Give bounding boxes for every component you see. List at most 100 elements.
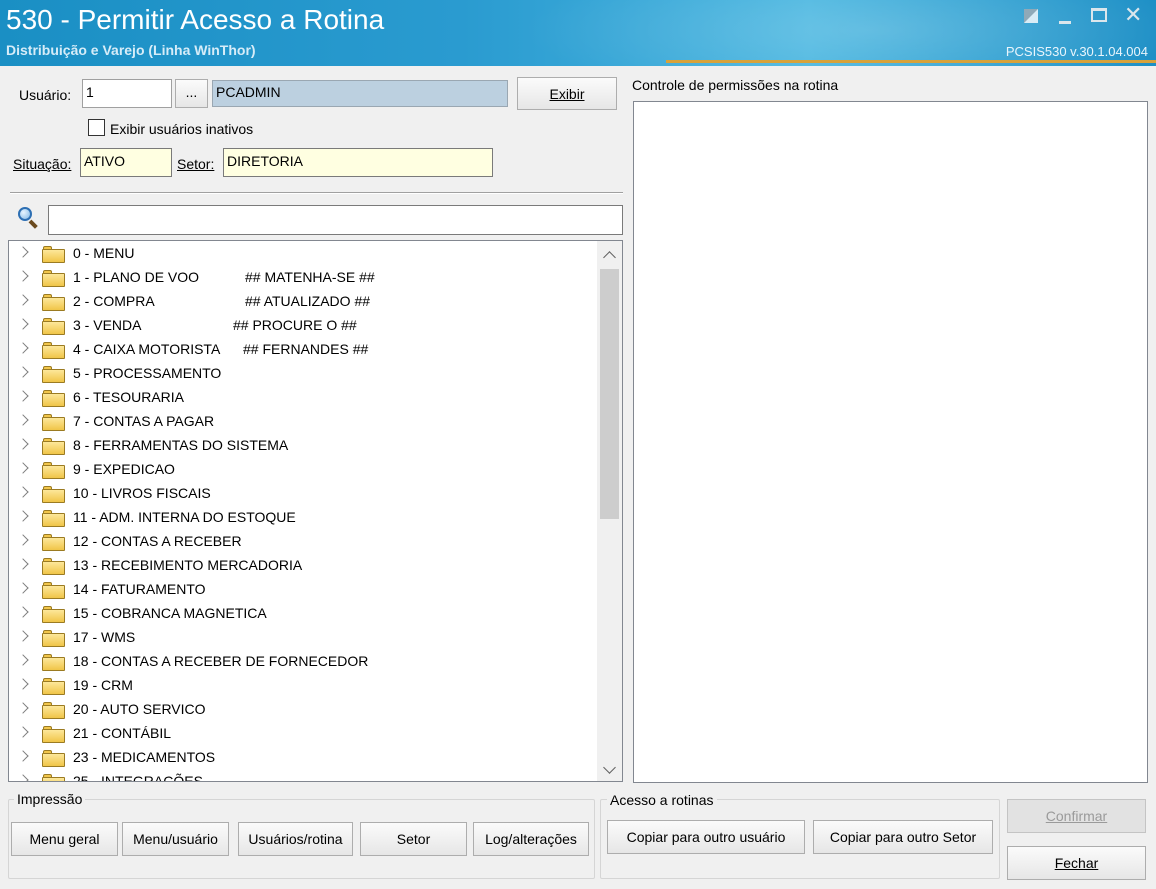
menu-usuario-button[interactable]: Menu/usuário [122, 822, 229, 856]
tree-item-label: 25 - INTEGRAÇÕES [73, 773, 203, 782]
search-icon [18, 207, 40, 229]
close-icon[interactable]: ✕ [1122, 4, 1146, 26]
tree-item-label: 13 - RECEBIMENTO MERCADORIA [73, 557, 303, 573]
tree-item[interactable]: 6 - TESOURARIA [9, 386, 597, 410]
scroll-thumb[interactable] [600, 269, 619, 519]
situation-label: Situação: [13, 156, 72, 172]
user-label: Usuário: [19, 87, 72, 103]
user-code-input[interactable]: 1 [82, 79, 172, 108]
tree-item-label: 17 - WMS [73, 629, 136, 645]
chevron-right-icon[interactable] [17, 462, 29, 474]
tree-item[interactable]: 14 - FATURAMENTO [9, 578, 597, 602]
tree-item-label: 15 - COBRANCA MAGNETICA [73, 605, 267, 621]
window-subtitle: Distribuição e Varejo (Linha WinThor) [6, 42, 256, 58]
tree-item[interactable]: 12 - CONTAS A RECEBER [9, 530, 597, 554]
chevron-right-icon[interactable] [17, 558, 29, 570]
setor-button[interactable]: Setor [360, 822, 467, 856]
menu-geral-button[interactable]: Menu geral [11, 822, 118, 856]
chevron-right-icon[interactable] [17, 270, 29, 282]
tree-item-note: ## ATUALIZADO ## [245, 293, 371, 309]
tree-item-note: ## PROCURE O ## [233, 317, 357, 333]
chevron-right-icon[interactable] [17, 342, 29, 354]
chevron-right-icon[interactable] [17, 294, 29, 306]
folder-icon [42, 582, 65, 599]
permissions-panel[interactable] [633, 101, 1148, 783]
scroll-up-icon[interactable] [603, 251, 616, 264]
tree-item[interactable]: 19 - CRM [9, 674, 597, 698]
folder-icon [42, 702, 65, 719]
tree-item[interactable]: 21 - CONTÁBIL [9, 722, 597, 746]
chevron-right-icon[interactable] [17, 654, 29, 666]
folder-icon [42, 294, 65, 311]
tree-item[interactable]: 8 - FERRAMENTAS DO SISTEMA [9, 434, 597, 458]
chevron-right-icon[interactable] [17, 486, 29, 498]
permissions-title: Controle de permissões na rotina [632, 77, 838, 93]
chevron-right-icon[interactable] [17, 774, 29, 781]
tree-item[interactable]: 15 - COBRANCA MAGNETICA [9, 602, 597, 626]
chevron-right-icon[interactable] [17, 438, 29, 450]
tree-item[interactable]: 0 - MENU [9, 242, 597, 266]
access-group-legend: Acesso a rotinas [607, 792, 717, 808]
copy-to-user-button[interactable]: Copiar para outro usuário [607, 820, 805, 854]
copy-to-sector-button[interactable]: Copiar para outro Setor [813, 820, 993, 854]
tree-item-note: ## FERNANDES ## [243, 341, 369, 357]
tree-item-label: 21 - CONTÁBIL [73, 725, 172, 741]
chevron-right-icon[interactable] [17, 582, 29, 594]
tree-item-label: 2 - COMPRA [73, 293, 155, 309]
tree-item[interactable]: 7 - CONTAS A PAGAR [9, 410, 597, 434]
chevron-right-icon[interactable] [17, 702, 29, 714]
folder-icon [42, 246, 65, 263]
sector-label: Setor: [177, 156, 215, 172]
search-input[interactable] [48, 205, 623, 235]
minimize-icon[interactable] [1054, 6, 1078, 26]
show-button[interactable]: Exibir [517, 77, 617, 110]
chevron-right-icon[interactable] [17, 510, 29, 522]
tree-item-label: 18 - CONTAS A RECEBER DE FORNECEDOR [73, 653, 369, 669]
log-alteracoes-button[interactable]: Log/alterações [473, 822, 589, 856]
chevron-right-icon[interactable] [17, 630, 29, 642]
tree-item[interactable]: 20 - AUTO SERVICO [9, 698, 597, 722]
restore-icon[interactable] [1020, 6, 1044, 26]
tree-item[interactable]: 9 - EXPEDICAO [9, 458, 597, 482]
tree-item[interactable]: 13 - RECEBIMENTO MERCADORIA [9, 554, 597, 578]
inactive-users-checkbox[interactable] [88, 119, 105, 136]
folder-icon [42, 342, 65, 359]
tree-item[interactable]: 17 - WMS [9, 626, 597, 650]
usuarios-rotina-button[interactable]: Usuários/rotina [238, 822, 353, 856]
tree-item[interactable]: 2 - COMPRA ## ATUALIZADO ## [9, 290, 597, 314]
chevron-right-icon[interactable] [17, 606, 29, 618]
chevron-right-icon[interactable] [17, 318, 29, 330]
confirm-button[interactable]: Confirmar [1007, 799, 1146, 833]
user-lookup-button[interactable]: ... [175, 79, 208, 108]
chevron-right-icon[interactable] [17, 390, 29, 402]
tree-item-label: 20 - AUTO SERVICO [73, 701, 206, 717]
tree-item-note: ## MATENHA-SE ## [245, 269, 375, 285]
folder-icon [42, 606, 65, 623]
tree-item[interactable]: 25 - INTEGRAÇÕES [9, 770, 597, 782]
tree-item[interactable]: 11 - ADM. INTERNA DO ESTOQUE [9, 506, 597, 530]
tree-item[interactable]: 18 - CONTAS A RECEBER DE FORNECEDOR [9, 650, 597, 674]
close-button[interactable]: Fechar [1007, 846, 1146, 880]
chevron-right-icon[interactable] [17, 726, 29, 738]
folder-icon [42, 438, 65, 455]
tree-item[interactable]: 5 - PROCESSAMENTO [9, 362, 597, 386]
tree-item-label: 12 - CONTAS A RECEBER [73, 533, 242, 549]
scroll-down-icon[interactable] [603, 761, 616, 774]
tree-item[interactable]: 1 - PLANO DE VOO ## MATENHA-SE ## [9, 266, 597, 290]
chevron-right-icon[interactable] [17, 750, 29, 762]
tree-item[interactable]: 3 - VENDA ## PROCURE O ## [9, 314, 597, 338]
chevron-right-icon[interactable] [17, 678, 29, 690]
chevron-right-icon[interactable] [17, 534, 29, 546]
chevron-right-icon[interactable] [17, 414, 29, 426]
tree-item[interactable]: 23 - MEDICAMENTOS [9, 746, 597, 770]
folder-icon [42, 774, 65, 781]
chevron-right-icon[interactable] [17, 246, 29, 258]
tree-item-label: 19 - CRM [73, 677, 133, 693]
tree-item[interactable]: 10 - LIVROS FISCAIS [9, 482, 597, 506]
routine-tree[interactable]: 0 - MENU 1 - PLANO DE VOO ## MATENHA-SE #… [8, 240, 623, 782]
chevron-right-icon[interactable] [17, 366, 29, 378]
maximize-icon[interactable] [1088, 6, 1112, 26]
tree-item[interactable]: 4 - CAIXA MOTORISTA ## FERNANDES ## [9, 338, 597, 362]
inactive-users-label: Exibir usuários inativos [110, 121, 254, 137]
tree-scrollbar[interactable] [597, 241, 622, 781]
